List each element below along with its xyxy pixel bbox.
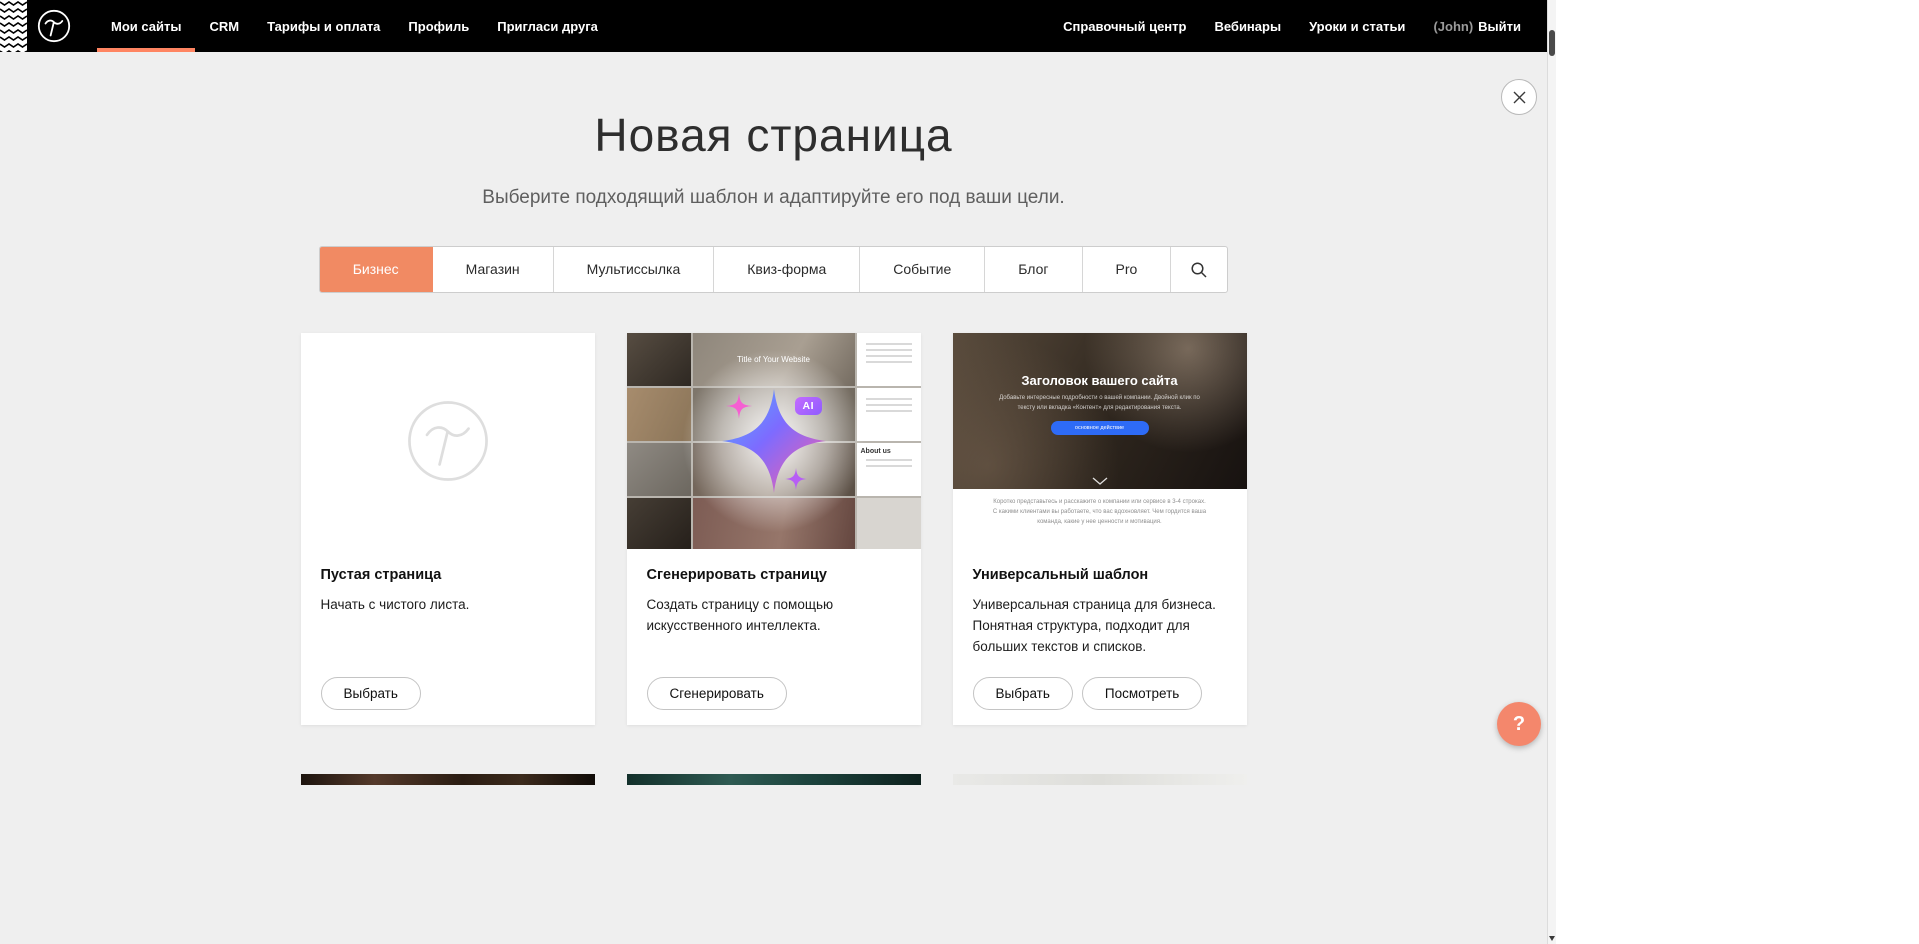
card-description: Начать с чистого листа. [321, 595, 575, 616]
ai-badge: AI [795, 397, 823, 415]
nav-profile[interactable]: Профиль [394, 0, 483, 52]
nav-webinars[interactable]: Вебинары [1200, 0, 1295, 52]
card-description: Создать страницу с помощью искусственног… [647, 595, 901, 637]
tab-blog[interactable]: Блог [985, 247, 1082, 292]
universal-template-preview: Заголовок вашего сайта Добавьте интересн… [953, 333, 1247, 549]
nav-invite-friend[interactable]: Пригласи друга [483, 0, 612, 52]
nav-help-center[interactable]: Справочный центр [1049, 0, 1200, 52]
card-title: Универсальный шаблон [973, 567, 1227, 583]
card-title: Пустая страница [321, 567, 575, 583]
preview-subheading: Добавьте интересные подробности о вашей … [996, 394, 1204, 413]
page-subtitle: Выберите подходящий шаблон и адаптируйте… [0, 187, 1547, 209]
scrollbar-thumb[interactable] [1549, 30, 1555, 56]
main-menu: Мои сайты CRM Тарифы и оплата Профиль Пр… [97, 0, 612, 52]
tab-shop[interactable]: Магазин [433, 247, 554, 292]
scrollbar-down-arrow[interactable] [1549, 936, 1555, 941]
tilda-watermark-icon [406, 399, 490, 483]
template-card-ai-generate[interactable]: Title of Your Website About us [627, 333, 921, 725]
tab-multilink[interactable]: Мультиссылка [554, 247, 715, 292]
template-card-partial[interactable] [953, 774, 1247, 785]
card-title: Сгенерировать страницу [647, 567, 901, 583]
new-page-dialog: Новая страница Выберите подходящий шабло… [0, 52, 1547, 944]
preview-body-text: Коротко представьтесь и расскажите о ком… [991, 498, 1209, 528]
tilda-logo-icon[interactable] [37, 9, 71, 43]
ai-collage-preview: Title of Your Website About us [627, 333, 921, 549]
choose-button[interactable]: Выбрать [973, 677, 1073, 710]
chevron-down-icon [1092, 477, 1108, 485]
preview-heading: Заголовок вашего сайта [953, 373, 1247, 388]
nav-pricing[interactable]: Тарифы и оплата [253, 0, 394, 52]
secondary-menu: Справочный центр Вебинары Уроки и статьи… [1049, 0, 1547, 52]
template-card-partial[interactable] [301, 774, 595, 785]
template-card-universal[interactable]: Заголовок вашего сайта Добавьте интересн… [953, 333, 1247, 725]
card-description: Универсальная страница для бизнеса. Поня… [973, 595, 1227, 658]
help-button[interactable]: ? [1497, 702, 1541, 746]
view-button[interactable]: Посмотреть [1082, 677, 1202, 710]
tab-pro[interactable]: Pro [1083, 247, 1172, 292]
search-icon [1190, 261, 1208, 279]
logout-label: Выйти [1478, 19, 1521, 34]
close-button[interactable] [1501, 79, 1537, 115]
template-card-blank[interactable]: Пустая страница Начать с чистого листа. … [301, 333, 595, 725]
app-window: Мои сайты CRM Тарифы и оплата Профиль Пр… [0, 0, 1556, 944]
preview-cta-button: основное действие [1051, 421, 1149, 435]
preview-about-section: Коротко представьтесь и расскажите о ком… [953, 489, 1247, 549]
zigzag-pattern-icon [0, 0, 27, 52]
page-title: Новая страница [0, 108, 1547, 162]
template-card-partial[interactable] [627, 774, 921, 785]
nav-my-sites[interactable]: Мои сайты [97, 0, 195, 52]
template-grid-row2 [301, 774, 1247, 785]
blank-page-preview [301, 333, 595, 549]
choose-button[interactable]: Выбрать [321, 677, 421, 710]
tab-business[interactable]: Бизнес [320, 247, 433, 292]
tab-event[interactable]: Событие [860, 247, 985, 292]
nav-crm[interactable]: CRM [195, 0, 253, 52]
vertical-scrollbar[interactable] [1547, 0, 1556, 944]
nav-lessons[interactable]: Уроки и статьи [1295, 0, 1419, 52]
category-tabs: Бизнес Магазин Мультиссылка Квиз-форма С… [319, 246, 1229, 293]
search-button[interactable] [1171, 247, 1227, 292]
user-name: (John) [1433, 19, 1473, 34]
tab-quiz-form[interactable]: Квиз-форма [714, 247, 860, 292]
preview-hero-section: Заголовок вашего сайта Добавьте интересн… [953, 333, 1247, 489]
ai-sparkle-icon [699, 366, 849, 516]
close-icon [1512, 90, 1527, 105]
generate-button[interactable]: Сгенерировать [647, 677, 787, 710]
top-navbar: Мои сайты CRM Тарифы и оплата Профиль Пр… [0, 0, 1547, 52]
nav-logout[interactable]: (John) Выйти [1419, 0, 1535, 52]
template-grid: Пустая страница Начать с чистого листа. … [301, 333, 1247, 725]
